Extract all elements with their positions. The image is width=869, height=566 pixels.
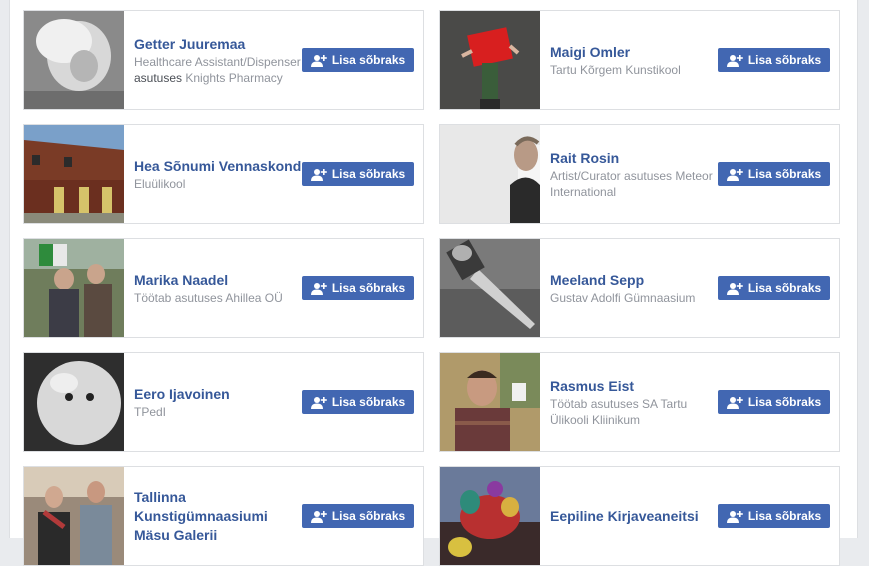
profile-name[interactable]: Rasmus Eist (550, 377, 718, 396)
add-friend-icon (726, 282, 743, 295)
add-friend-label: Lisa sõbraks (331, 53, 406, 67)
suggestion-card: Getter Juuremaa Healthcare Assistant/Dis… (23, 10, 424, 110)
suggestion-card: Tallinna Kunstigümnaasiumi Mäsu Galerii … (23, 466, 424, 566)
add-friend-button[interactable]: Lisa sõbraks (718, 162, 830, 186)
add-friend-label: Lisa sõbraks (331, 395, 406, 409)
friend-suggestions-grid: Getter Juuremaa Healthcare Assistant/Dis… (23, 10, 840, 566)
profile-detail[interactable]: Eluülikool (134, 176, 302, 192)
add-friend-icon (726, 510, 743, 523)
profile-photo[interactable] (24, 239, 124, 337)
profile-detail: Artist/Curator asutuses Meteor Internati… (550, 168, 713, 199)
add-friend-icon (726, 168, 743, 181)
add-friend-label: Lisa sõbraks (331, 509, 406, 523)
add-friend-button[interactable]: Lisa sõbraks (718, 276, 830, 300)
suggestion-card: Marika Naadel Töötab asutuses Ahillea OÜ… (23, 238, 424, 338)
add-friend-button[interactable]: Lisa sõbraks (302, 162, 414, 186)
profile-detail[interactable]: Gustav Adolfi Gümnaasium (550, 290, 718, 306)
add-friend-icon (310, 54, 327, 67)
profile-name[interactable]: Meeland Sepp (550, 271, 718, 290)
profile-photo[interactable] (440, 239, 540, 337)
add-friend-icon (726, 54, 743, 67)
profile-detail[interactable]: TPedI (134, 404, 302, 420)
profile-name[interactable]: Tallinna Kunstigümnaasiumi Mäsu Galerii (134, 488, 302, 545)
add-friend-label: Lisa sõbraks (747, 53, 822, 67)
suggestion-card: Meeland Sepp Gustav Adolfi Gümnaasium Li… (439, 238, 840, 338)
add-friend-icon (310, 168, 327, 181)
profile-name[interactable]: Hea Sõnumi Vennaskond (134, 157, 302, 176)
add-friend-button[interactable]: Lisa sõbraks (302, 48, 414, 72)
profile-photo[interactable] (24, 467, 124, 565)
add-friend-label: Lisa sõbraks (331, 167, 406, 181)
profile-name[interactable]: Getter Juuremaa (134, 35, 302, 54)
profile-detail: Healthcare Assistant/Dispenser (134, 54, 301, 69)
profile-name[interactable]: Eepiline Kirjaveaneitsi (550, 507, 718, 526)
add-friend-button[interactable]: Lisa sõbraks (302, 504, 414, 528)
workplace-name[interactable]: Knights Pharmacy (182, 71, 282, 85)
add-friend-icon (726, 396, 743, 409)
suggestion-card: Eepiline Kirjaveaneitsi Lisa sõbraks (439, 466, 840, 566)
add-friend-button[interactable]: Lisa sõbraks (302, 390, 414, 414)
profile-workplace: asutuses Knights Pharmacy (134, 70, 302, 86)
add-friend-button[interactable]: Lisa sõbraks (718, 504, 830, 528)
add-friend-icon (310, 282, 327, 295)
add-friend-label: Lisa sõbraks (747, 395, 822, 409)
suggestion-card: Rait Rosin Artist/Curator asutuses Meteo… (439, 124, 840, 224)
profile-name[interactable]: Rait Rosin (550, 149, 718, 168)
add-friend-label: Lisa sõbraks (331, 281, 406, 295)
workplace-prefix: asutuses (134, 70, 183, 85)
profile-photo[interactable] (24, 125, 124, 223)
profile-photo[interactable] (440, 467, 540, 565)
profile-name[interactable]: Eero Ijavoinen (134, 385, 302, 404)
profile-photo[interactable] (440, 11, 540, 109)
add-friend-button[interactable]: Lisa sõbraks (718, 48, 830, 72)
add-friend-icon (310, 510, 327, 523)
add-friend-button[interactable]: Lisa sõbraks (302, 276, 414, 300)
profile-photo[interactable] (440, 353, 540, 451)
profile-detail: Töötab asutuses Ahillea OÜ (134, 290, 283, 305)
add-friend-button[interactable]: Lisa sõbraks (718, 390, 830, 414)
suggestion-card: Eero Ijavoinen TPedI Lisa sõbraks (23, 352, 424, 452)
add-friend-icon (310, 396, 327, 409)
suggestion-card: Hea Sõnumi Vennaskond Eluülikool Lisa sõ… (23, 124, 424, 224)
profile-photo[interactable] (24, 11, 124, 109)
profile-name[interactable]: Marika Naadel (134, 271, 302, 290)
profile-photo[interactable] (24, 353, 124, 451)
add-friend-label: Lisa sõbraks (747, 509, 822, 523)
suggestion-card: Rasmus Eist Töötab asutuses SA Tartu Üli… (439, 352, 840, 452)
add-friend-label: Lisa sõbraks (747, 281, 822, 295)
add-friend-label: Lisa sõbraks (747, 167, 822, 181)
profile-detail: Töötab asutuses SA Tartu Ülikooli Kliini… (550, 396, 688, 427)
profile-photo[interactable] (440, 125, 540, 223)
suggestion-card: Maigi Omler Tartu Kõrgem Kunstikool Lisa… (439, 10, 840, 110)
profile-detail[interactable]: Tartu Kõrgem Kunstikool (550, 62, 718, 78)
profile-name[interactable]: Maigi Omler (550, 43, 718, 62)
friend-suggestions-panel: Getter Juuremaa Healthcare Assistant/Dis… (9, 0, 858, 566)
